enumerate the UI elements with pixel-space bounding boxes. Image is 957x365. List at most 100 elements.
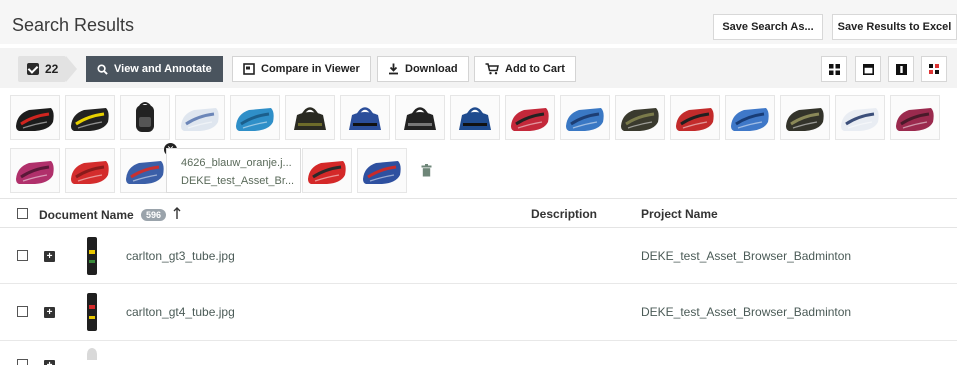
asset-thumbnail[interactable] [10, 95, 60, 140]
table-row[interactable]: + carlton_gt3_tube.jpg DEKE_test_Asset_B… [0, 228, 957, 284]
asset-thumbnail[interactable] [285, 95, 335, 140]
asset-thumbnail[interactable] [230, 95, 280, 140]
search-icon [97, 63, 108, 75]
compare-viewer-label: Compare in Viewer [261, 63, 360, 75]
expand-plus-icon[interactable]: + [44, 251, 55, 262]
project-name-cell: DEKE_test_Asset_Browser_Badminton [641, 249, 852, 263]
racket-bag-icon [236, 107, 274, 131]
sort-ascending-icon[interactable] [173, 207, 181, 222]
add-to-cart-button[interactable]: Add to Cart [474, 56, 576, 82]
single-view-button[interactable] [855, 56, 881, 82]
asset-project: DEKE_test_Asset_Br... [181, 175, 295, 187]
asset-thumbnail[interactable] [395, 95, 445, 140]
download-button[interactable]: Download [377, 56, 469, 82]
expand-plus-icon[interactable]: + [44, 307, 55, 318]
download-icon [388, 63, 399, 75]
compare-view-button[interactable] [921, 56, 947, 82]
asset-thumbnail[interactable] [175, 95, 225, 140]
results-header: Search Results Save Search As... Save Re… [0, 0, 957, 44]
asset-filename: 4626_blauw_oranje.j... [181, 157, 292, 169]
grid-view-button[interactable] [821, 56, 847, 82]
document-count-badge: 596 [141, 209, 167, 221]
asset-thumbnail[interactable] [340, 95, 390, 140]
compare-view-icon [929, 64, 939, 74]
table-row[interactable]: + carlton_gt4_tube.jpg DEKE_test_Asset_B… [0, 285, 957, 341]
racket-bag-icon [71, 107, 109, 131]
racket-bag-icon [676, 107, 714, 131]
asset-thumbnail[interactable] [780, 95, 830, 140]
racket-bag-icon [71, 160, 109, 184]
save-results-excel-button[interactable]: Save Results to Excel [832, 14, 957, 40]
racket-bag-icon [566, 107, 604, 131]
racket-bag-icon [308, 160, 346, 184]
checked-checkbox-icon [27, 63, 39, 75]
single-view-icon [862, 63, 874, 75]
view-annotate-button[interactable]: View and Annotate [86, 56, 223, 82]
hovered-asset-card[interactable]: 4626_blauw_oranje.j... DEKE_test_Asset_B… [166, 148, 301, 193]
download-label: Download [405, 63, 458, 75]
save-search-button[interactable]: Save Search As... [713, 14, 823, 40]
shuttlecock-thumbnail[interactable] [87, 348, 97, 360]
detail-view-button[interactable] [888, 56, 914, 82]
asset-thumbnail[interactable] [302, 148, 352, 193]
page-title: Search Results [12, 15, 135, 35]
racket-bag-icon [126, 160, 164, 184]
racket-bag-icon [363, 160, 401, 184]
asset-thumbnail[interactable] [120, 148, 170, 193]
racket-bag-icon [841, 107, 879, 131]
duffel-bag-icon [459, 106, 491, 130]
racket-bag-icon [511, 107, 549, 131]
document-name-label: Document Name [39, 208, 134, 222]
compare-viewer-button[interactable]: Compare in Viewer [232, 56, 371, 82]
asset-thumbnail[interactable] [560, 95, 610, 140]
row-checkbox[interactable] [17, 359, 28, 365]
racket-bag-icon [181, 107, 219, 131]
duffel-bag-icon [404, 106, 436, 130]
tube-thumbnail[interactable] [87, 237, 97, 275]
asset-thumbnail[interactable] [450, 95, 500, 140]
project-name-cell: DEKE_test_Asset_Browser_Badminton [641, 305, 852, 319]
column-document-name[interactable]: Document Name 596 [39, 207, 181, 222]
duffel-bag-icon [294, 106, 326, 130]
backpack-icon [136, 101, 154, 132]
racket-bag-icon [621, 107, 659, 131]
racket-bag-icon [786, 107, 824, 131]
selected-count: 22 [45, 62, 59, 76]
column-project-name[interactable]: Project Name [641, 207, 718, 221]
row-checkbox[interactable] [17, 250, 28, 261]
trash-icon [421, 164, 432, 177]
cart-icon [485, 63, 499, 75]
tube-thumbnail[interactable] [87, 293, 97, 331]
asset-thumbnail[interactable] [65, 95, 115, 140]
asset-thumbnail[interactable] [890, 95, 940, 140]
select-all-checkbox[interactable] [17, 208, 28, 219]
table-row[interactable]: + [0, 342, 957, 365]
asset-thumbnail[interactable] [615, 95, 665, 140]
asset-thumbnail[interactable] [505, 95, 555, 140]
racket-bag-icon [896, 107, 934, 131]
document-name-cell[interactable]: carlton_gt3_tube.jpg [126, 249, 235, 263]
document-name-cell[interactable]: carlton_gt4_tube.jpg [126, 305, 235, 319]
duffel-bag-icon [349, 106, 381, 130]
selected-count-badge[interactable]: 22 [18, 56, 77, 82]
asset-thumbnail[interactable] [65, 148, 115, 193]
racket-bag-icon [16, 107, 54, 131]
grid-view-icon [828, 63, 840, 75]
racket-bag-icon [16, 160, 54, 184]
asset-thumbnail[interactable] [357, 148, 407, 193]
compare-icon [243, 63, 255, 75]
view-annotate-label: View and Annotate [114, 63, 212, 75]
asset-thumbnail[interactable] [120, 95, 170, 140]
results-table-header: Document Name 596 Description Project Na… [0, 198, 957, 228]
add-to-cart-label: Add to Cart [505, 63, 565, 75]
column-description[interactable]: Description [531, 207, 597, 221]
asset-thumbnail[interactable] [725, 95, 775, 140]
asset-thumbnail[interactable] [670, 95, 720, 140]
row-checkbox[interactable] [17, 306, 28, 317]
racket-bag-icon [731, 107, 769, 131]
asset-thumbnail[interactable] [10, 148, 60, 193]
delete-button[interactable] [421, 164, 432, 180]
asset-thumbnail[interactable] [835, 95, 885, 140]
action-toolbar: 22 View and Annotate Compare in Viewer D… [0, 48, 957, 88]
expand-plus-icon[interactable]: + [44, 360, 55, 365]
